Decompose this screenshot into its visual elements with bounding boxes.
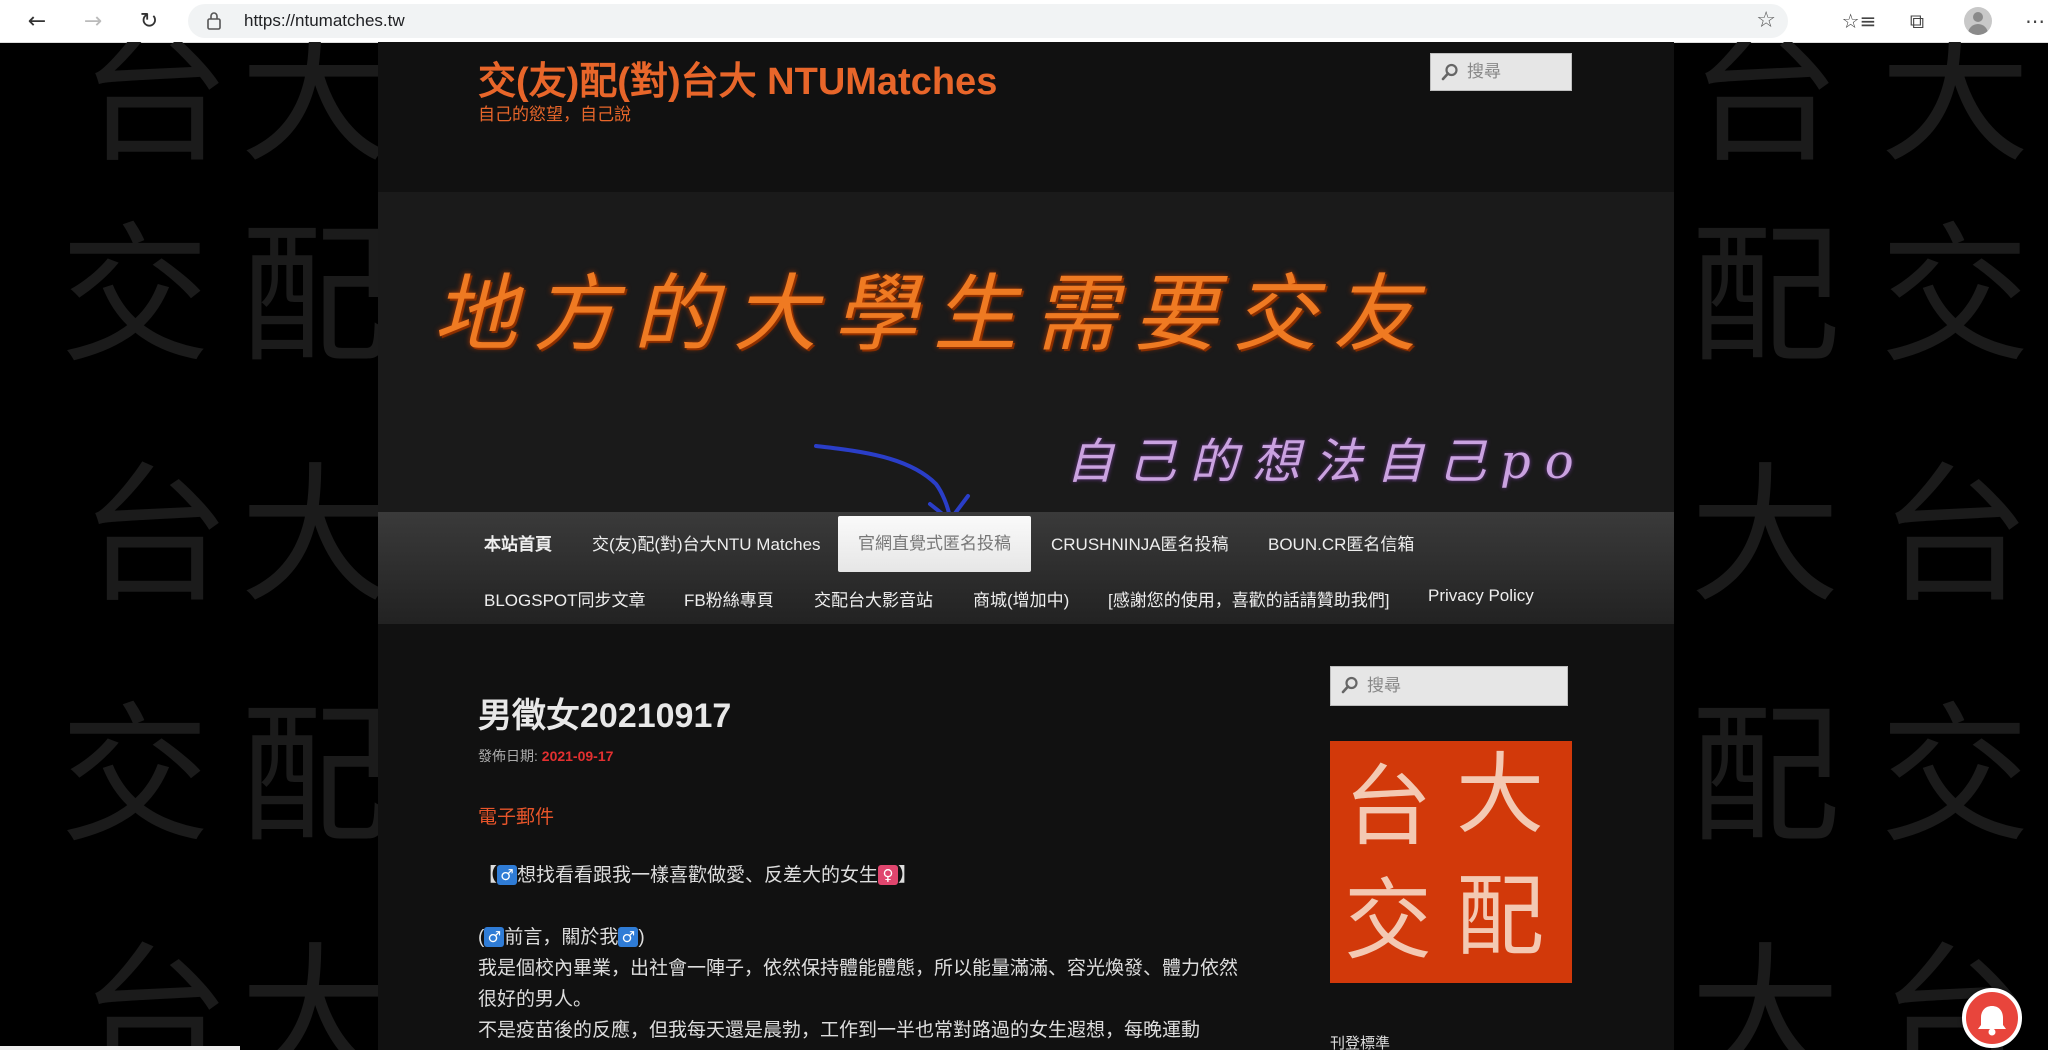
male-sign-icon: ♂ — [484, 927, 505, 947]
reload-icon[interactable]: ↻ — [134, 6, 164, 36]
bracket-open: 【 — [478, 865, 498, 886]
post-meta: 發佈日期: 2021-09-17 — [478, 746, 613, 766]
search-placeholder: 搜尋 — [1367, 676, 1401, 695]
collections-icon[interactable]: ⧉ — [1902, 6, 1932, 36]
header-search-input[interactable]: 搜尋 — [1430, 53, 1572, 91]
bracket-close: 】 — [898, 865, 918, 886]
nav-item-video-site[interactable]: 交配台大影音站 — [814, 586, 933, 611]
browser-toolbar: ← → ↻ https://ntumatches.tw ☆ ☆≡ ⧉ ⋯ — [0, 0, 2048, 43]
add-favorite-icon[interactable]: ☆ — [1756, 8, 1776, 33]
nav-item-shop[interactable]: 商城(增加中) — [973, 586, 1069, 611]
address-bar[interactable]: https://ntumatches.tw ☆ — [188, 4, 1788, 38]
post-date-label: 發佈日期: — [478, 748, 538, 764]
female-sign-icon: ♀ — [878, 865, 899, 885]
menu-icon[interactable]: ⋯ — [2020, 6, 2048, 36]
nav-item-fb-page[interactable]: FB粉絲專頁 — [684, 586, 774, 611]
url-text[interactable]: https://ntumatches.tw — [244, 11, 405, 31]
post-title[interactable]: 男徵女20210917 — [478, 688, 731, 737]
post-paragraph-1: 我是個校內畢業，出社會一陣子，依然保持體能體態，所以能量滿滿、容光煥發、體力依然… — [478, 958, 1239, 1010]
nav-item-blogspot[interactable]: BLOGSPOT同步文章 — [484, 586, 646, 611]
site-page: 交(友)配(對)台大 NTUMatches 自己的慾望，自己說 搜尋 地方的大學… — [378, 42, 1674, 1050]
nav-item-crushninja[interactable]: CRUSHNINJA匿名投稿 — [1051, 530, 1229, 555]
logo-char: 大 — [1456, 743, 1545, 846]
arrow-icon — [814, 444, 970, 522]
post-paragraph-2: 不是疫苗後的反應，但我每天還是晨勃，工作到一半也常對路過的女生遐想，每晚運動 — [478, 1020, 1201, 1041]
nav-item-anonymous-submit[interactable]: 官網直覺式匿名投稿 — [838, 516, 1031, 572]
site-title[interactable]: 交(友)配(對)台大 NTUMatches — [478, 50, 997, 105]
banner-sub-text: 自己的想法自己po — [1066, 434, 1588, 490]
logo-char: 台 — [1344, 755, 1433, 858]
post-date[interactable]: 2021-09-17 — [542, 748, 614, 764]
search-icon — [1341, 676, 1358, 694]
search-placeholder: 搜尋 — [1467, 62, 1501, 81]
sidebar-heading: 刊登標準 — [1330, 1035, 1391, 1050]
sidebar-search-input[interactable]: 搜尋 — [1330, 666, 1568, 706]
notification-bell-button[interactable] — [1962, 988, 2022, 1048]
main-navigation: 本站首頁 交(友)配(對)台大NTU Matches 官網直覺式匿名投稿 CRU… — [378, 512, 1674, 624]
male-sign-icon: ♂ — [497, 865, 518, 885]
site-description: 自己的慾望，自己說 — [478, 105, 631, 124]
nav-item-home[interactable]: 本站首頁 — [484, 530, 552, 555]
search-icon — [1441, 63, 1458, 81]
preface-line: (♂ 前言，關於我 ♂) — [478, 922, 1238, 953]
nav-item-sponsor[interactable]: [感謝您的使用，喜歡的話請贊助我們] — [1108, 586, 1389, 611]
horizontal-scrollbar[interactable] — [0, 1046, 240, 1050]
banner-main-text: 地方的大學生需要交友 — [433, 265, 1434, 363]
email-share-link[interactable]: 電子郵件 — [478, 802, 554, 829]
paren-close: ) — [638, 927, 645, 948]
logo-char: 配 — [1456, 865, 1545, 968]
profile-avatar[interactable] — [1964, 7, 1992, 35]
forward-icon[interactable]: → — [78, 6, 108, 36]
nav-item-bouncr[interactable]: BOUN.CR匿名信箱 — [1268, 530, 1414, 555]
sidebar-logo[interactable]: 台 大 交 配 — [1330, 741, 1572, 983]
lock-icon[interactable] — [206, 11, 222, 31]
post-intro: 【♂ 想找看看跟我一樣喜歡做愛、反差大的女生 ♀】 — [478, 860, 1238, 891]
nav-item-privacy-policy[interactable]: Privacy Policy — [1428, 586, 1534, 606]
preface-text: 前言，關於我 — [504, 927, 619, 948]
logo-char: 交 — [1344, 869, 1433, 972]
nav-item-ntu-matches[interactable]: 交(友)配(對)台大NTU Matches — [592, 530, 821, 555]
favorites-icon[interactable]: ☆≡ — [1842, 6, 1877, 36]
back-icon[interactable]: ← — [22, 6, 52, 36]
post-body: (♂ 前言，關於我 ♂) 我是個校內畢業，出社會一陣子，依然保持體能體態，所以能量滿… — [478, 922, 1238, 1046]
intro-text: 想找看看跟我一樣喜歡做愛、反差大的女生 — [517, 865, 879, 886]
bell-icon — [1978, 1006, 2006, 1036]
male-sign-icon: ♂ — [618, 927, 639, 947]
